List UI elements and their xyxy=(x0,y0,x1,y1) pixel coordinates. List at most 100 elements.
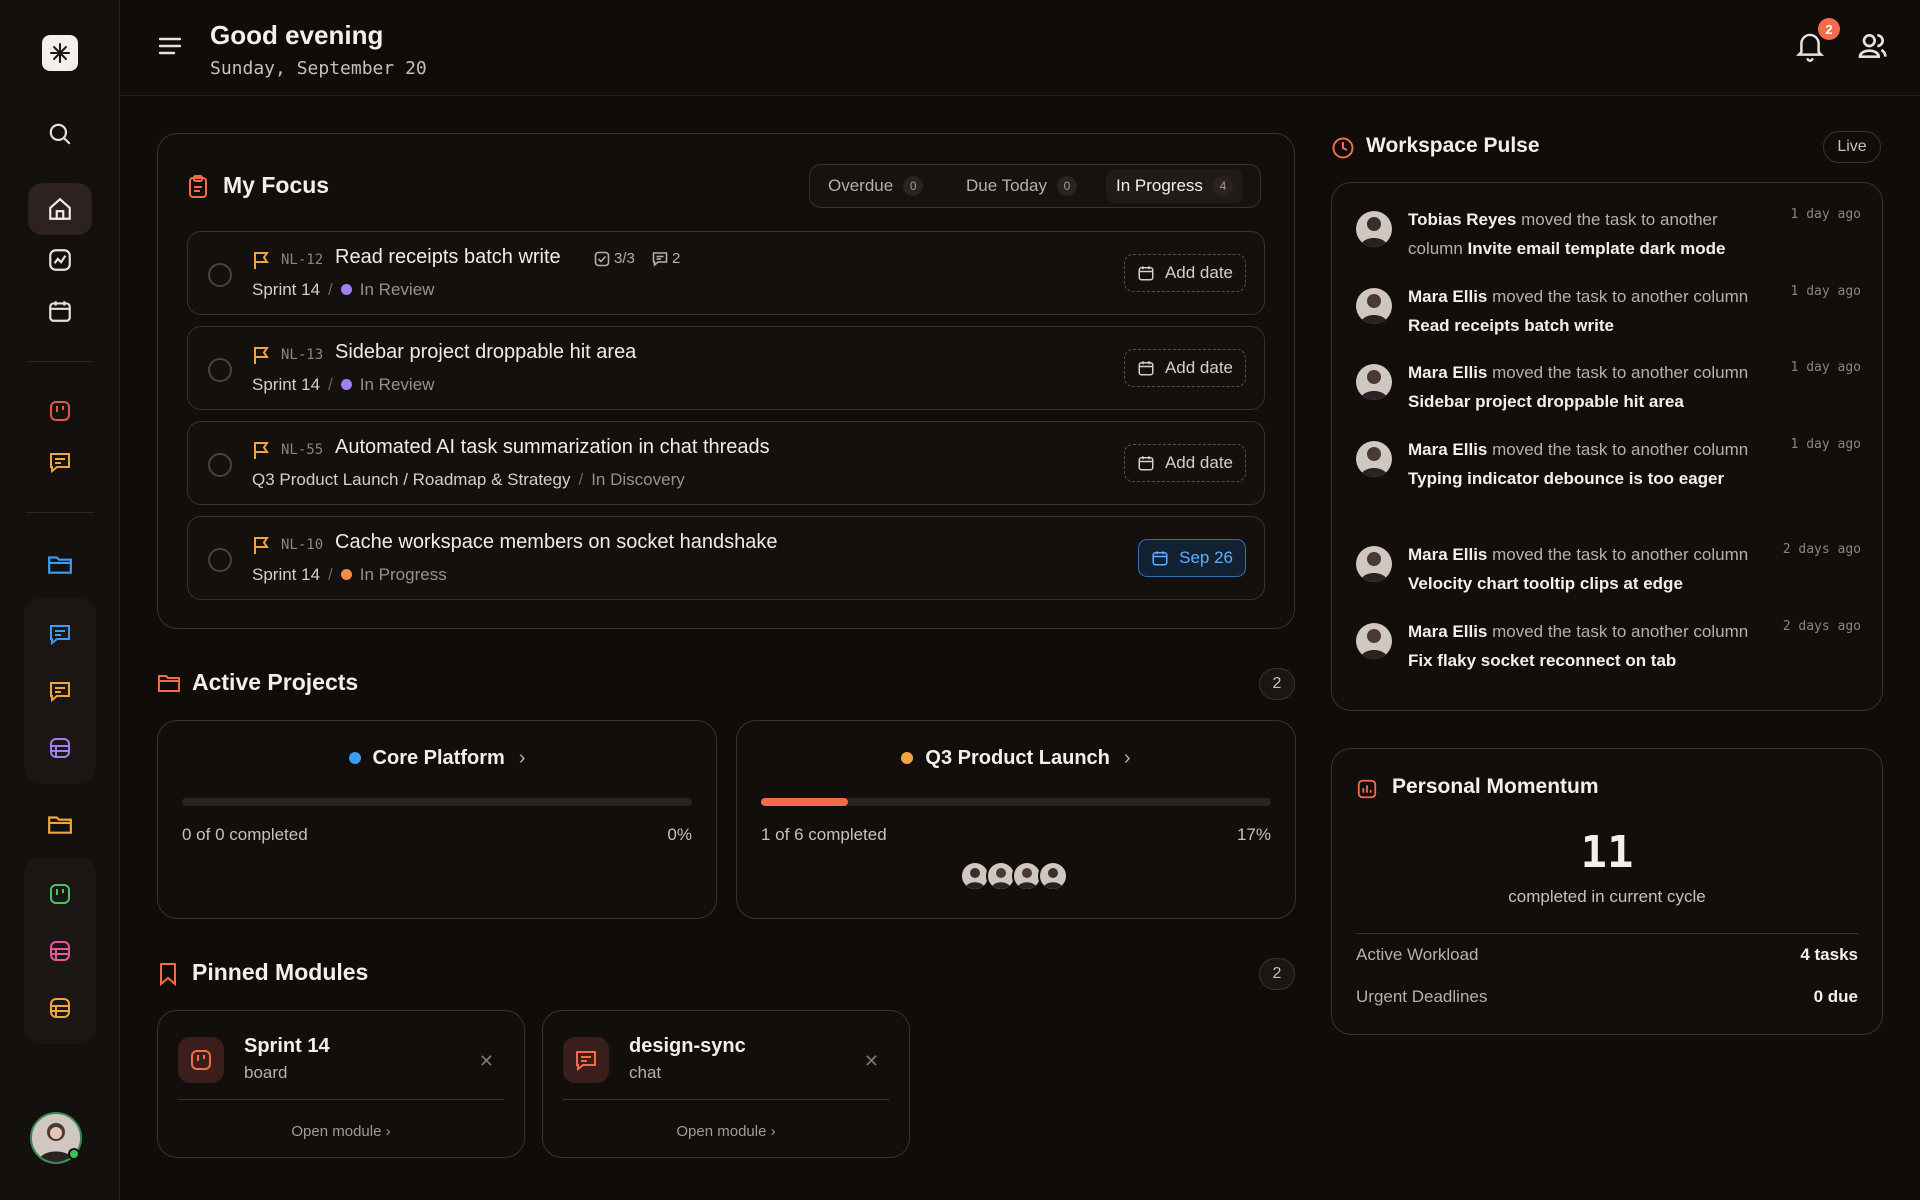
notification-badge: 2 xyxy=(1818,18,1840,40)
project-color-dot xyxy=(901,752,914,764)
project-card-q3-product-launch[interactable]: Q3 Product Launch › 1 of 6 completed 17% xyxy=(736,720,1296,919)
avatar[interactable] xyxy=(1038,861,1068,891)
calendar-icon[interactable] xyxy=(28,285,92,337)
project-member-avatars xyxy=(737,861,1295,891)
chat-icon[interactable] xyxy=(28,665,92,717)
personal-momentum-card: Personal Momentum 11 completed in curren… xyxy=(1331,748,1883,1035)
task-row[interactable]: NL-12 Read receipts batch write 3/3 2 Sp… xyxy=(187,231,1265,315)
tab-due-today[interactable]: Due Today 0 xyxy=(956,169,1087,203)
project-name[interactable]: Core Platform › xyxy=(158,747,716,770)
active-projects-title: Active Projects xyxy=(192,669,359,695)
task-row[interactable]: NL-13 Sidebar project droppable hit area… xyxy=(187,326,1265,410)
close-icon[interactable]: ✕ xyxy=(864,1051,879,1072)
task-id: NL-12 xyxy=(281,252,324,268)
projects-count: 2 xyxy=(1259,668,1295,700)
activity-time: 2 days ago xyxy=(1782,619,1861,634)
task-meta: Sprint 14/In Review xyxy=(252,375,435,394)
module-type: chat xyxy=(629,1063,662,1082)
task-row[interactable]: NL-10 Cache workspace members on socket … xyxy=(187,516,1265,600)
flag-icon xyxy=(254,537,269,554)
activity-time: 1 day ago xyxy=(1790,207,1861,222)
online-status-dot xyxy=(68,1148,80,1160)
tab-overdue[interactable]: Overdue 0 xyxy=(818,169,933,203)
project-name[interactable]: Q3 Product Launch › xyxy=(737,747,1295,770)
team-icon[interactable] xyxy=(1856,30,1890,64)
module-name: Sprint 14 xyxy=(244,1035,330,1057)
activity-feed[interactable]: Tobias Reyes moved the task to another c… xyxy=(1331,182,1883,711)
analytics-icon[interactable] xyxy=(28,234,92,286)
folder-icon[interactable] xyxy=(28,538,92,590)
task-title[interactable]: Automated AI task summarization in chat … xyxy=(335,436,770,459)
urgent-deadlines-row: Urgent Deadlines 0 due xyxy=(1356,987,1858,1006)
task-title[interactable]: Sidebar project droppable hit area xyxy=(335,341,636,364)
avatar xyxy=(1356,441,1392,477)
search-icon[interactable] xyxy=(28,108,92,160)
pinned-module-card[interactable]: Sprint 14 board ✕ Open module › xyxy=(157,1010,525,1158)
add-date-button[interactable]: Add date xyxy=(1123,444,1246,482)
board-icon[interactable] xyxy=(28,868,92,920)
active-workload-row: Active Workload 4 tasks xyxy=(1356,945,1858,964)
momentum-title: Personal Momentum xyxy=(1392,775,1599,798)
calendar-icon xyxy=(1138,456,1154,471)
due-date-button[interactable]: Sep 26 xyxy=(1138,539,1246,577)
add-date-button[interactable]: Add date xyxy=(1123,349,1246,387)
avatar xyxy=(1356,546,1392,582)
comment-count: 2 xyxy=(652,250,680,267)
board-icon xyxy=(178,1037,224,1083)
tab-in-progress[interactable]: In Progress 4 xyxy=(1106,169,1243,203)
clock-icon xyxy=(1332,137,1354,159)
project-progress-bar xyxy=(182,798,692,806)
task-meta: Sprint 14/In Review xyxy=(252,280,435,299)
completed-count: 0 of 0 completed xyxy=(182,825,308,844)
sidebar xyxy=(0,0,120,1200)
logo-icon xyxy=(50,43,70,63)
completed-count: 11 xyxy=(1580,827,1634,878)
avatar xyxy=(1356,211,1392,247)
menu-icon[interactable] xyxy=(156,32,184,60)
folder-icon[interactable] xyxy=(28,798,92,850)
status-dot xyxy=(340,284,352,295)
activity-time: 2 days ago xyxy=(1782,542,1861,557)
open-module-link[interactable]: Open module › xyxy=(158,1123,524,1140)
project-card-core-platform[interactable]: Core Platform › 0 of 0 completed 0% xyxy=(157,720,717,919)
calendar-icon xyxy=(1138,266,1154,281)
workspace-pulse-title: Workspace Pulse xyxy=(1366,134,1540,157)
completed-count: 1 of 6 completed xyxy=(761,825,887,844)
task-checkbox[interactable] xyxy=(208,358,232,382)
module-type: board xyxy=(244,1063,288,1082)
module-name: design-sync xyxy=(629,1035,746,1057)
top-header: Good evening Sunday, September 20 2 xyxy=(120,0,1920,96)
my-focus-card: My Focus Overdue 0 Due Today 0 In Progress… xyxy=(157,133,1295,629)
checklist-icon xyxy=(594,251,610,266)
open-module-link[interactable]: Open module › xyxy=(543,1123,909,1140)
flag-icon xyxy=(254,252,269,269)
pinned-module-card[interactable]: design-sync chat ✕ Open module › xyxy=(542,1010,910,1158)
board-icon[interactable] xyxy=(28,385,92,437)
task-title[interactable]: Read receipts batch write xyxy=(335,246,561,269)
app-logo[interactable] xyxy=(42,35,78,71)
task-row[interactable]: NL-55 Automated AI task summarization in… xyxy=(187,421,1265,505)
project-color-dot xyxy=(348,752,361,764)
task-checkbox[interactable] xyxy=(208,263,232,287)
greeting-title: Good evening xyxy=(210,20,384,50)
task-title[interactable]: Cache workspace members on socket handsh… xyxy=(335,531,777,554)
chevron-right-icon: › xyxy=(518,747,526,769)
table-icon[interactable] xyxy=(28,722,92,774)
home-icon[interactable] xyxy=(28,183,92,235)
chat-icon[interactable] xyxy=(28,436,92,488)
live-badge: Live xyxy=(1823,131,1881,163)
avatar xyxy=(1356,288,1392,324)
table-icon[interactable] xyxy=(28,982,92,1034)
add-date-button[interactable]: Add date xyxy=(1123,254,1246,292)
table-icon[interactable] xyxy=(28,925,92,977)
chat-icon[interactable] xyxy=(28,608,92,660)
task-checkbox[interactable] xyxy=(208,548,232,572)
pinned-modules-title: Pinned Modules xyxy=(192,959,369,985)
focus-filter-tabs: Overdue 0 Due Today 0 In Progress 4 xyxy=(809,164,1261,208)
task-checkbox[interactable] xyxy=(208,453,232,477)
chat-icon xyxy=(563,1037,609,1083)
close-icon[interactable]: ✕ xyxy=(479,1051,494,1072)
comment-icon xyxy=(652,251,668,267)
flag-icon xyxy=(254,442,269,459)
activity-time: 1 day ago xyxy=(1790,437,1861,452)
